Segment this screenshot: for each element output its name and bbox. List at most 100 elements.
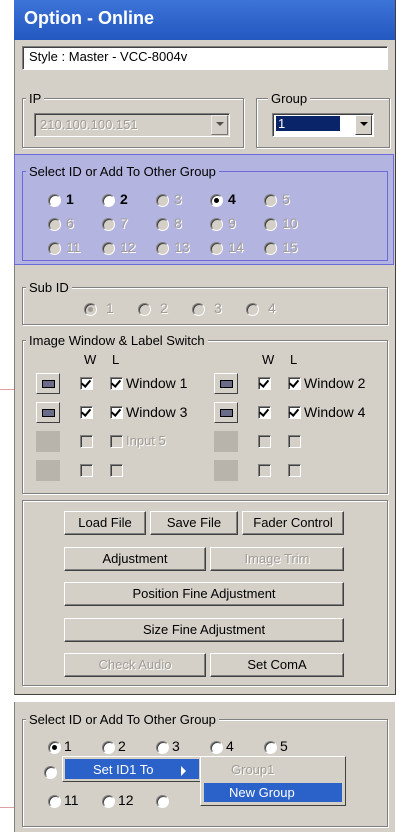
submenu-item-group1: Group1 [231,762,275,777]
input-5-button [36,431,60,452]
id-10-label: 10 [282,215,298,231]
window-3-w-checkbox[interactable] [80,406,93,419]
id-5-label: 5 [282,191,290,207]
sub-id-radio-3 [192,303,205,316]
submenu: Group1 New Group [200,756,346,806]
style-field: Style : Master - VCC-8004v [22,46,388,70]
slot-l-checkbox [288,435,301,448]
sub-id-label-3: 3 [214,300,222,316]
radio-id-2[interactable] [102,741,115,754]
radio-id-1[interactable] [48,194,61,207]
ip-legend: IP [26,91,45,106]
window-2-button[interactable] [214,373,238,394]
window-3-label: Window 3 [126,404,188,420]
radio-id-5[interactable] [264,741,277,754]
slot-l-checkbox [110,464,123,477]
group-legend: Group [268,91,311,106]
id-3-label: 3 [172,738,180,754]
window-3-l-checkbox[interactable] [110,406,123,419]
annotation-line [0,807,14,808]
id-7-label: 7 [120,215,128,231]
select-id-legend: Select ID or Add To Other Group [26,164,219,179]
radio-id-12[interactable] [102,795,115,808]
id-4-label: 4 [226,738,234,754]
id-5-label: 5 [280,738,288,754]
set-coma-button[interactable]: Set ComA [210,653,344,677]
id-11-label: 11 [64,792,79,808]
image-slot-button [214,460,238,481]
save-file-button[interactable]: Save File [150,511,238,535]
window-title: Option - Online [24,8,154,28]
radio-id-10 [264,218,277,231]
column-l-label: L [290,352,298,367]
id-3-label: 3 [174,191,182,207]
load-file-button[interactable]: Load File [64,511,146,535]
sub-id-radio-1 [84,303,97,316]
input-5-label: Input 5 [126,433,166,448]
sub-id-label-2: 2 [160,300,168,316]
chevron-right-icon [181,766,186,776]
id-12-label: 12 [118,792,134,808]
check-audio-button: Check Audio [64,653,206,677]
window-4-w-checkbox[interactable] [258,406,271,419]
window-4-button[interactable] [214,402,238,423]
image-window-legend: Image Window & Label Switch [26,333,208,348]
radio-id-11[interactable] [48,795,61,808]
radio-id-6[interactable] [44,766,57,779]
slot-w-checkbox [80,464,93,477]
submenu-item-new-group-label: New Group [229,785,295,800]
id-9-label: 9 [228,215,236,231]
radio-id-13 [156,242,169,255]
radio-id-3 [156,194,169,207]
window-1-label: Window 1 [126,375,188,391]
id-14-label: 14 [228,239,244,255]
radio-id-4[interactable] [210,741,223,754]
radio-id-12 [102,242,115,255]
radio-id-8 [156,218,169,231]
id-15-label: 15 [282,239,298,255]
window-4-l-checkbox[interactable] [288,406,301,419]
ip-select[interactable]: 210.100.100.151 [34,113,230,137]
style-label: Style : Master - VCC-8004v [29,49,188,64]
sub-id-radio-4 [246,303,259,316]
radio-id-3[interactable] [156,741,169,754]
window-2-l-checkbox[interactable] [288,377,301,390]
radio-id-7 [102,218,115,231]
window-1-l-checkbox[interactable] [110,377,123,390]
context-menu: Set ID1 To [62,756,202,782]
annotation-line [0,389,14,390]
column-w-label: W [84,352,97,367]
input-5-l-checkbox [110,435,123,448]
column-w-label: W [262,352,275,367]
window-3-button[interactable] [36,402,60,423]
radio-id-13[interactable] [156,795,169,808]
radio-id-4[interactable] [210,194,223,207]
group-value: 1 [276,116,340,131]
window-2-w-checkbox[interactable] [258,377,271,390]
id-11-label: 11 [66,239,81,255]
radio-id-1[interactable] [48,741,61,754]
sub-id-legend: Sub ID [26,280,72,295]
ip-value: 210.100.100.151 [40,117,138,132]
adjustment-button[interactable]: Adjustment [64,547,206,571]
id-1-label: 1 [64,738,72,754]
id-2-label: 2 [118,738,126,754]
sub-id-label-1: 1 [106,300,114,316]
column-l-label: L [112,352,120,367]
image-slot-button [214,431,238,452]
size-fine-adjustment-button[interactable]: Size Fine Adjustment [64,618,344,642]
id-13-label: 13 [174,239,190,255]
window-1-button[interactable] [36,373,60,394]
chevron-down-icon [355,115,372,135]
window-1-w-checkbox[interactable] [80,377,93,390]
group-select[interactable]: 1 [272,113,374,137]
radio-id-14 [210,242,223,255]
radio-id-15 [264,242,277,255]
slot-l-checkbox [288,464,301,477]
radio-id-9 [210,218,223,231]
radio-id-5 [264,194,277,207]
radio-id-2[interactable] [102,194,115,207]
position-fine-adjustment-button[interactable]: Position Fine Adjustment [64,582,344,606]
fader-control-button[interactable]: Fader Control [242,511,344,535]
chevron-down-icon [211,115,228,135]
